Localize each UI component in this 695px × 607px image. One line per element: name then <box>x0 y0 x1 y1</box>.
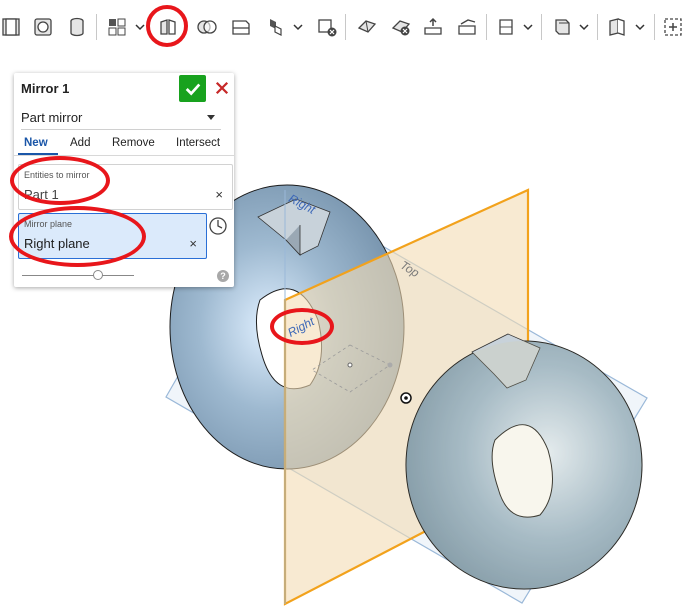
clock-icon[interactable] <box>208 216 228 236</box>
tab-add[interactable]: Add <box>70 137 90 149</box>
mirror-type-dropdown[interactable]: Part mirror <box>21 107 221 130</box>
mirror-feature-dialog: Mirror 1 Part mirror New Add Remove Inte… <box>14 73 234 287</box>
mirror-plane-value: Right plane <box>24 236 90 251</box>
dialog-title: Mirror 1 <box>21 81 70 96</box>
entities-label: Entities to mirror <box>24 170 90 180</box>
confirm-button[interactable] <box>179 75 206 102</box>
caret-down-icon <box>207 115 215 120</box>
help-icon[interactable]: ? <box>217 270 229 282</box>
mirror-plane-label: Mirror plane <box>24 219 73 229</box>
checkmark-icon <box>185 83 200 95</box>
tab-remove[interactable]: Remove <box>112 137 155 149</box>
mirror-plane-field[interactable]: Mirror plane Right plane × <box>18 213 207 259</box>
clear-plane-button[interactable]: × <box>189 236 197 251</box>
close-icon <box>215 81 229 95</box>
mirror-type-value: Part mirror <box>21 110 83 125</box>
rollback-slider-track[interactable] <box>22 275 134 276</box>
entities-to-mirror-field[interactable]: Entities to mirror Part 1 × <box>18 164 233 210</box>
active-tab-indicator <box>18 153 58 155</box>
operation-tabs: New Add Remove Intersect <box>14 133 234 156</box>
tab-new[interactable]: New <box>24 137 48 149</box>
tab-intersect[interactable]: Intersect <box>176 137 220 149</box>
clear-entities-button[interactable]: × <box>215 187 223 202</box>
entities-value: Part 1 <box>24 187 59 202</box>
mate-connector-icon[interactable] <box>400 392 412 404</box>
rollback-slider-handle[interactable] <box>93 270 103 280</box>
cancel-button[interactable] <box>211 77 233 99</box>
